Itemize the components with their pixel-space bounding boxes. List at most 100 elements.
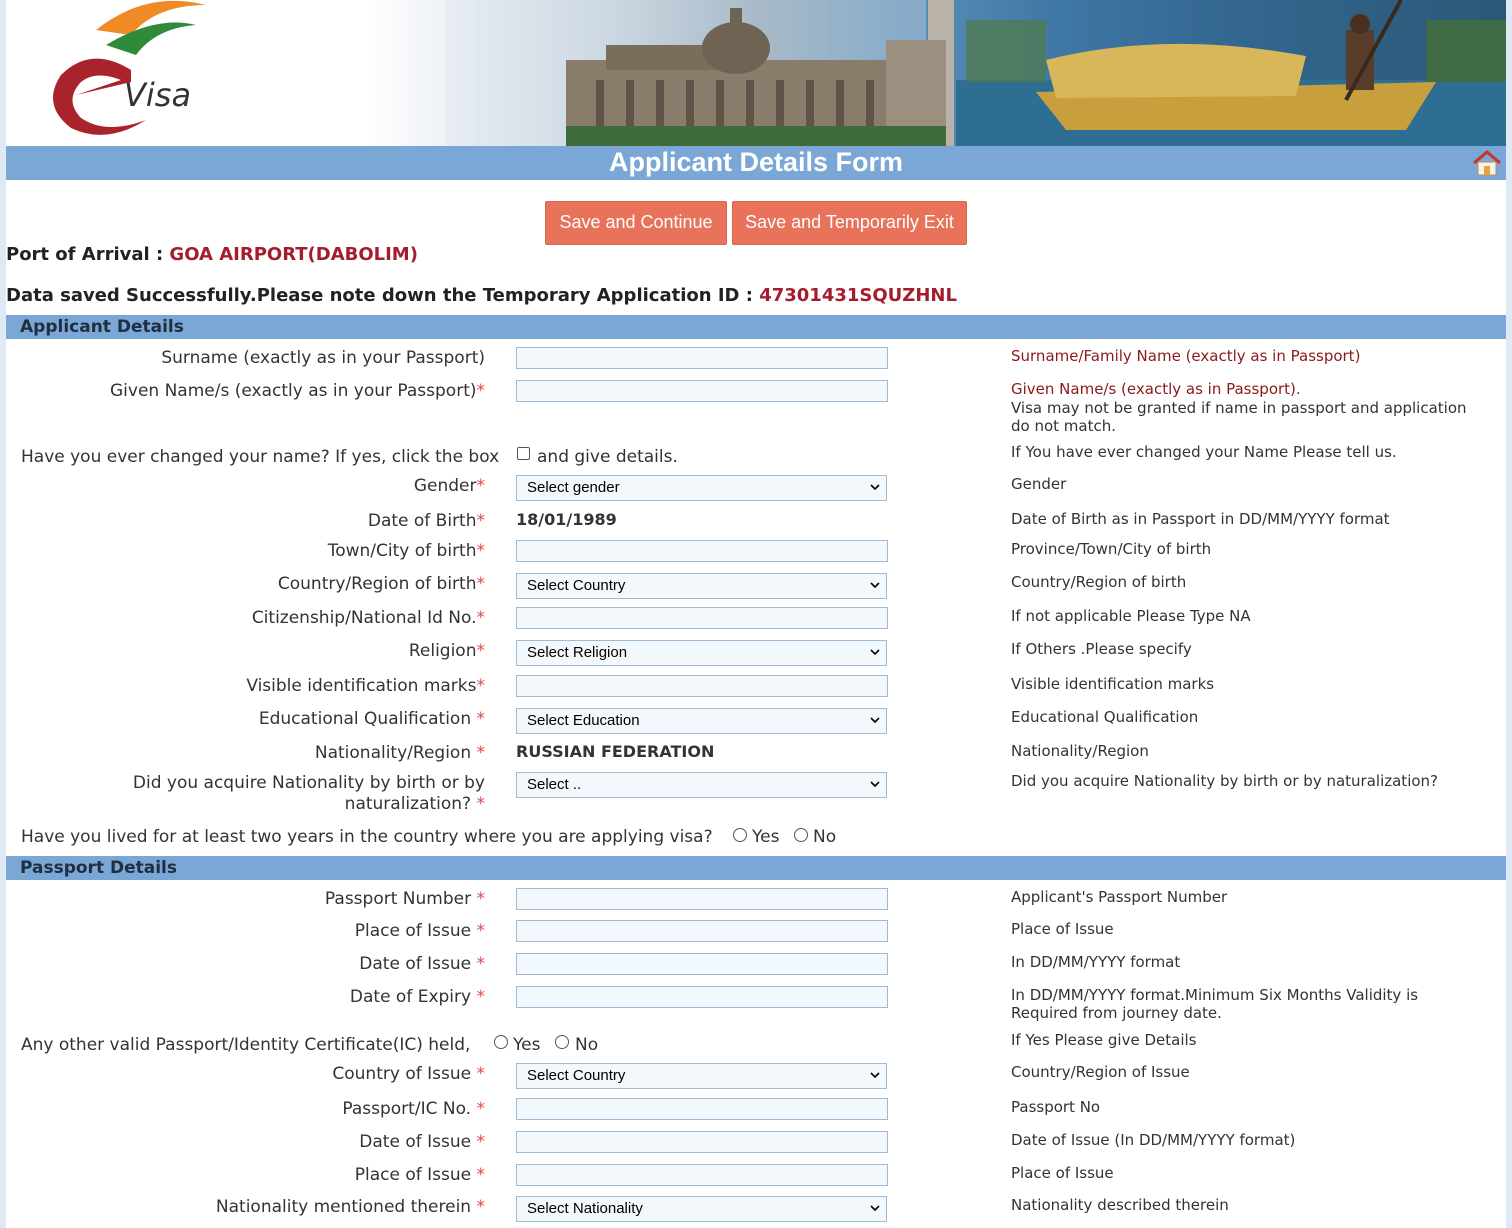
country-of-birth-hint: Country/Region of birth [1011, 573, 1187, 591]
identification-marks-label: Visible identification marks* [246, 676, 485, 696]
chevron-down-icon [870, 582, 880, 589]
identification-marks-hint: Visible identification marks [1011, 675, 1215, 693]
right-page-edge [1506, 0, 1512, 1228]
nationality-value: RUSSIAN FEDERATION [516, 742, 715, 761]
nationality-acquisition-select[interactable]: Select .. [516, 772, 887, 798]
country-of-issue-label: Country of Issue * [332, 1064, 485, 1084]
surname-input[interactable] [516, 347, 888, 369]
other-passport-label: Any other valid Passport/Identity Certif… [21, 1035, 471, 1055]
given-name-input[interactable] [516, 380, 888, 402]
chevron-down-icon [870, 1072, 880, 1079]
religion-select[interactable]: Select Religion [516, 640, 887, 666]
chevron-down-icon [870, 649, 880, 656]
date-of-birth-label: Date of Birth* [367, 511, 485, 531]
town-of-birth-label: Town/City of birth* [327, 541, 485, 561]
town-of-birth-input[interactable] [516, 540, 888, 562]
section-title: Passport Details [20, 858, 178, 878]
given-name-hint: Given Name/s (exactly as in Passport). [1011, 380, 1301, 398]
logo-text: Visa [124, 76, 192, 114]
religion-hint: If Others .Please specify [1011, 640, 1192, 658]
name-changed-hint: If You have ever changed your Name Pleas… [1011, 443, 1397, 461]
port-of-arrival-value: GOA AIRPORT(DABOLIM) [169, 244, 418, 265]
identification-marks-input[interactable] [516, 675, 888, 697]
chevron-down-icon [870, 781, 880, 788]
chevron-down-icon [870, 717, 880, 724]
other-passport-no-label: No [575, 1035, 599, 1055]
date-of-issue-input[interactable] [516, 953, 888, 975]
home-icon[interactable] [1472, 149, 1502, 177]
passport-number-hint: Applicant's Passport Number [1011, 888, 1228, 906]
ic-place-of-issue-input[interactable] [516, 1164, 888, 1186]
date-of-expiry-input[interactable] [516, 986, 888, 1008]
ic-number-hint: Passport No [1011, 1098, 1101, 1116]
country-of-issue-hint: Country/Region of Issue [1011, 1063, 1190, 1081]
nationality-label: Nationality/Region * [314, 743, 485, 763]
date-of-birth-hint: Date of Birth as in Passport in DD/MM/YY… [1011, 510, 1390, 528]
applicant-details-section-header: Applicant Details [6, 315, 1506, 339]
place-of-issue-input[interactable] [516, 920, 888, 942]
chevron-down-icon [870, 1205, 880, 1212]
passport-details-section-header: Passport Details [6, 856, 1506, 880]
name-changed-checkbox[interactable] [517, 447, 530, 460]
name-changed-suffix: and give details. [537, 447, 678, 467]
gender-hint: Gender [1011, 475, 1067, 493]
save-and-continue-button[interactable]: Save and Continue [545, 201, 727, 245]
port-of-arrival-line: Port of Arrival : GOA AIRPORT(DABOLIM) [6, 244, 418, 265]
passport-number-label: Passport Number * [324, 889, 485, 909]
ic-number-input[interactable] [516, 1098, 888, 1120]
education-label: Educational Qualification * [258, 709, 485, 729]
temporary-application-id: 47301431SQUZHNL [759, 285, 957, 306]
lived-no-label: No [813, 827, 837, 847]
page-title: Applicant Details Form [608, 147, 904, 177]
surname-hint: Surname/Family Name (exactly as in Passp… [1011, 347, 1361, 365]
ic-nationality-hint: Nationality described therein [1011, 1196, 1229, 1214]
lived-yes-label: Yes [752, 827, 780, 847]
lived-two-years-label: Have you lived for at least two years in… [21, 827, 713, 847]
education-hint: Educational Qualification [1011, 708, 1199, 726]
date-of-expiry-label: Date of Expiry * [349, 987, 485, 1007]
country-of-birth-label: Country/Region of birth* [277, 574, 485, 594]
date-of-birth-value: 18/01/1989 [516, 510, 617, 529]
citizenship-id-label: Citizenship/National Id No.* [251, 608, 485, 628]
nationality-acquisition-label: Did you acquire Nationality by birth or … [132, 773, 485, 814]
education-select[interactable]: Select Education [516, 708, 887, 734]
name-changed-label: Have you ever changed your name? If yes,… [21, 447, 500, 467]
passport-number-input[interactable] [516, 888, 888, 910]
lived-yes-radio[interactable] [733, 828, 747, 842]
save-and-temporarily-exit-button[interactable]: Save and Temporarily Exit [732, 201, 967, 245]
other-passport-yes-radio[interactable] [494, 1035, 508, 1049]
surname-label: Surname (exactly as in your Passport) [161, 348, 485, 368]
gender-select[interactable]: Select gender [516, 475, 887, 501]
citizenship-id-input[interactable] [516, 607, 888, 629]
save-status-message: Data saved Successfully.Please note down… [6, 285, 753, 306]
ic-nationality-select[interactable]: Select Nationality [516, 1196, 887, 1222]
date-of-issue-label: Date of Issue * [359, 954, 485, 974]
banner-scenery [446, 0, 1506, 146]
country-of-birth-select[interactable]: Select Country [516, 573, 887, 599]
ic-date-of-issue-label: Date of Issue * [359, 1132, 485, 1152]
e-visa-logo [53, 0, 206, 135]
place-of-issue-label: Place of Issue * [354, 921, 485, 941]
lived-no-radio[interactable] [794, 828, 808, 842]
date-of-expiry-hint: In DD/MM/YYYY format.Minimum Six Months … [1011, 986, 1419, 1022]
other-passport-yes-label: Yes [513, 1035, 541, 1055]
ic-number-label: Passport/IC No. * [342, 1099, 485, 1119]
other-passport-no-radio[interactable] [555, 1035, 569, 1049]
place-of-issue-hint: Place of Issue [1011, 920, 1114, 938]
name-mismatch-warning: Visa may not be granted if name in passp… [1011, 399, 1467, 435]
chevron-down-icon [870, 484, 880, 491]
citizenship-id-hint: If not applicable Please Type NA [1011, 607, 1251, 625]
ic-place-of-issue-hint: Place of Issue [1011, 1164, 1114, 1182]
title-bar: Applicant Details Form [6, 146, 1506, 180]
ic-nationality-label: Nationality mentioned therein * [215, 1197, 485, 1217]
ic-place-of-issue-label: Place of Issue * [354, 1165, 485, 1185]
ic-date-of-issue-input[interactable] [516, 1131, 888, 1153]
gender-label: Gender* [413, 476, 485, 496]
port-of-arrival-label: Port of Arrival : [6, 244, 164, 265]
other-passport-hint: If Yes Please give Details [1011, 1031, 1197, 1049]
nationality-acquisition-hint: Did you acquire Nationality by birth or … [1011, 772, 1439, 790]
nationality-hint: Nationality/Region [1011, 742, 1149, 760]
given-name-label: Given Name/s (exactly as in your Passpor… [109, 381, 485, 401]
country-of-issue-select[interactable]: Select Country [516, 1063, 887, 1089]
town-of-birth-hint: Province/Town/City of birth [1011, 540, 1212, 558]
